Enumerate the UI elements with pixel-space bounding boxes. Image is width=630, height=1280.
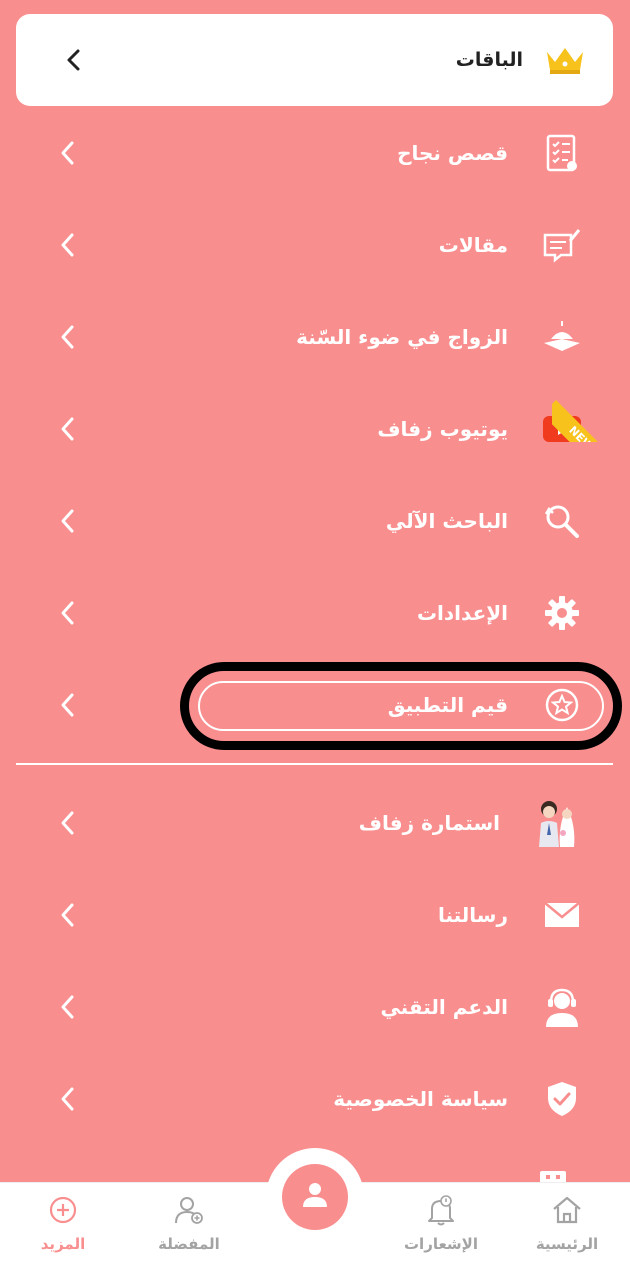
chevron-left-icon xyxy=(58,692,78,718)
home-icon xyxy=(550,1193,584,1227)
menu-item-our-message[interactable]: رسالتنا xyxy=(0,869,630,961)
packages-label: الباقات xyxy=(455,49,523,71)
favorite-user-icon xyxy=(172,1193,206,1227)
nav-label: الرئيسية xyxy=(535,1235,599,1253)
menu-label: رسالتنا xyxy=(437,903,508,927)
nav-label: المزيد xyxy=(40,1235,86,1253)
nav-label: المفضلة xyxy=(158,1235,220,1253)
menu-item-settings[interactable]: الإعدادات xyxy=(0,567,630,659)
menu-item-success-stories[interactable]: قصص نجاح xyxy=(0,107,630,199)
menu-label: مقالات xyxy=(438,233,508,257)
menu-label: قصص نجاح xyxy=(397,141,508,165)
menu-item-marriage-sunnah[interactable]: الزواج في ضوء السّنة xyxy=(0,291,630,383)
nav-more[interactable]: المزيد xyxy=(8,1183,118,1280)
menu-item-privacy-policy[interactable]: سياسة الخصوصية xyxy=(0,1053,630,1145)
chevron-left-icon xyxy=(58,232,78,258)
nav-notifications[interactable]: الإشعارات xyxy=(386,1183,496,1280)
wedding-couple-icon xyxy=(530,795,586,851)
calendar-icon xyxy=(538,1168,568,1185)
gear-icon xyxy=(538,589,586,637)
menu-item-auto-searcher[interactable]: الباحث الآلي xyxy=(0,475,630,567)
menu-label: يوتيوب زفاف xyxy=(377,417,508,441)
new-badge: NEW xyxy=(552,380,614,442)
bell-icon xyxy=(424,1193,458,1227)
nav-label: الإشعارات xyxy=(403,1235,478,1253)
menu-label: الباحث الآلي xyxy=(385,509,508,533)
envelope-icon xyxy=(538,891,586,939)
chevron-left-icon xyxy=(58,810,78,836)
user-icon xyxy=(300,1180,330,1214)
star-circle-icon xyxy=(538,681,586,729)
menu-item-tech-support[interactable]: الدعم التقني xyxy=(0,961,630,1053)
new-badge-label: NEW xyxy=(552,400,614,442)
crown-icon xyxy=(543,38,587,82)
menu-item-youtube-zifaf[interactable]: يوتيوب زفاف xyxy=(0,383,630,475)
packages-card[interactable]: الباقات xyxy=(16,14,613,106)
shield-check-icon xyxy=(538,1075,586,1123)
divider xyxy=(16,763,613,765)
menu-item-rate-app[interactable]: قيم التطبيق xyxy=(0,659,630,751)
profile-fab-button[interactable] xyxy=(282,1164,348,1230)
chevron-left-icon xyxy=(58,416,78,442)
menu-label: استمارة زفاف xyxy=(358,811,500,835)
articles-icon xyxy=(538,221,586,269)
support-headset-icon xyxy=(538,983,586,1031)
chevron-left-icon xyxy=(58,508,78,534)
mosque-book-icon xyxy=(538,313,586,361)
chevron-left-icon xyxy=(58,1086,78,1112)
menu-item-articles[interactable]: مقالات xyxy=(0,199,630,291)
chevron-left-icon xyxy=(58,902,78,928)
plus-circle-icon xyxy=(46,1193,80,1227)
success-checklist-icon xyxy=(538,129,586,177)
menu-label: الإعدادات xyxy=(416,601,508,625)
chevron-left-icon xyxy=(64,48,84,72)
menu-label: قيم التطبيق xyxy=(387,693,508,717)
chevron-left-icon xyxy=(58,324,78,350)
menu-label: الدعم التقني xyxy=(380,995,508,1019)
chevron-left-icon xyxy=(58,600,78,626)
nav-favorites[interactable]: المفضلة xyxy=(134,1183,244,1280)
menu-label: سياسة الخصوصية xyxy=(333,1087,508,1111)
chevron-left-icon xyxy=(58,140,78,166)
nav-home[interactable]: الرئيسية xyxy=(512,1183,622,1280)
menu-label: الزواج في ضوء السّنة xyxy=(296,325,508,349)
search-refresh-icon xyxy=(538,497,586,545)
chevron-left-icon xyxy=(58,994,78,1020)
menu-item-wedding-form[interactable]: استمارة زفاف xyxy=(0,777,630,869)
